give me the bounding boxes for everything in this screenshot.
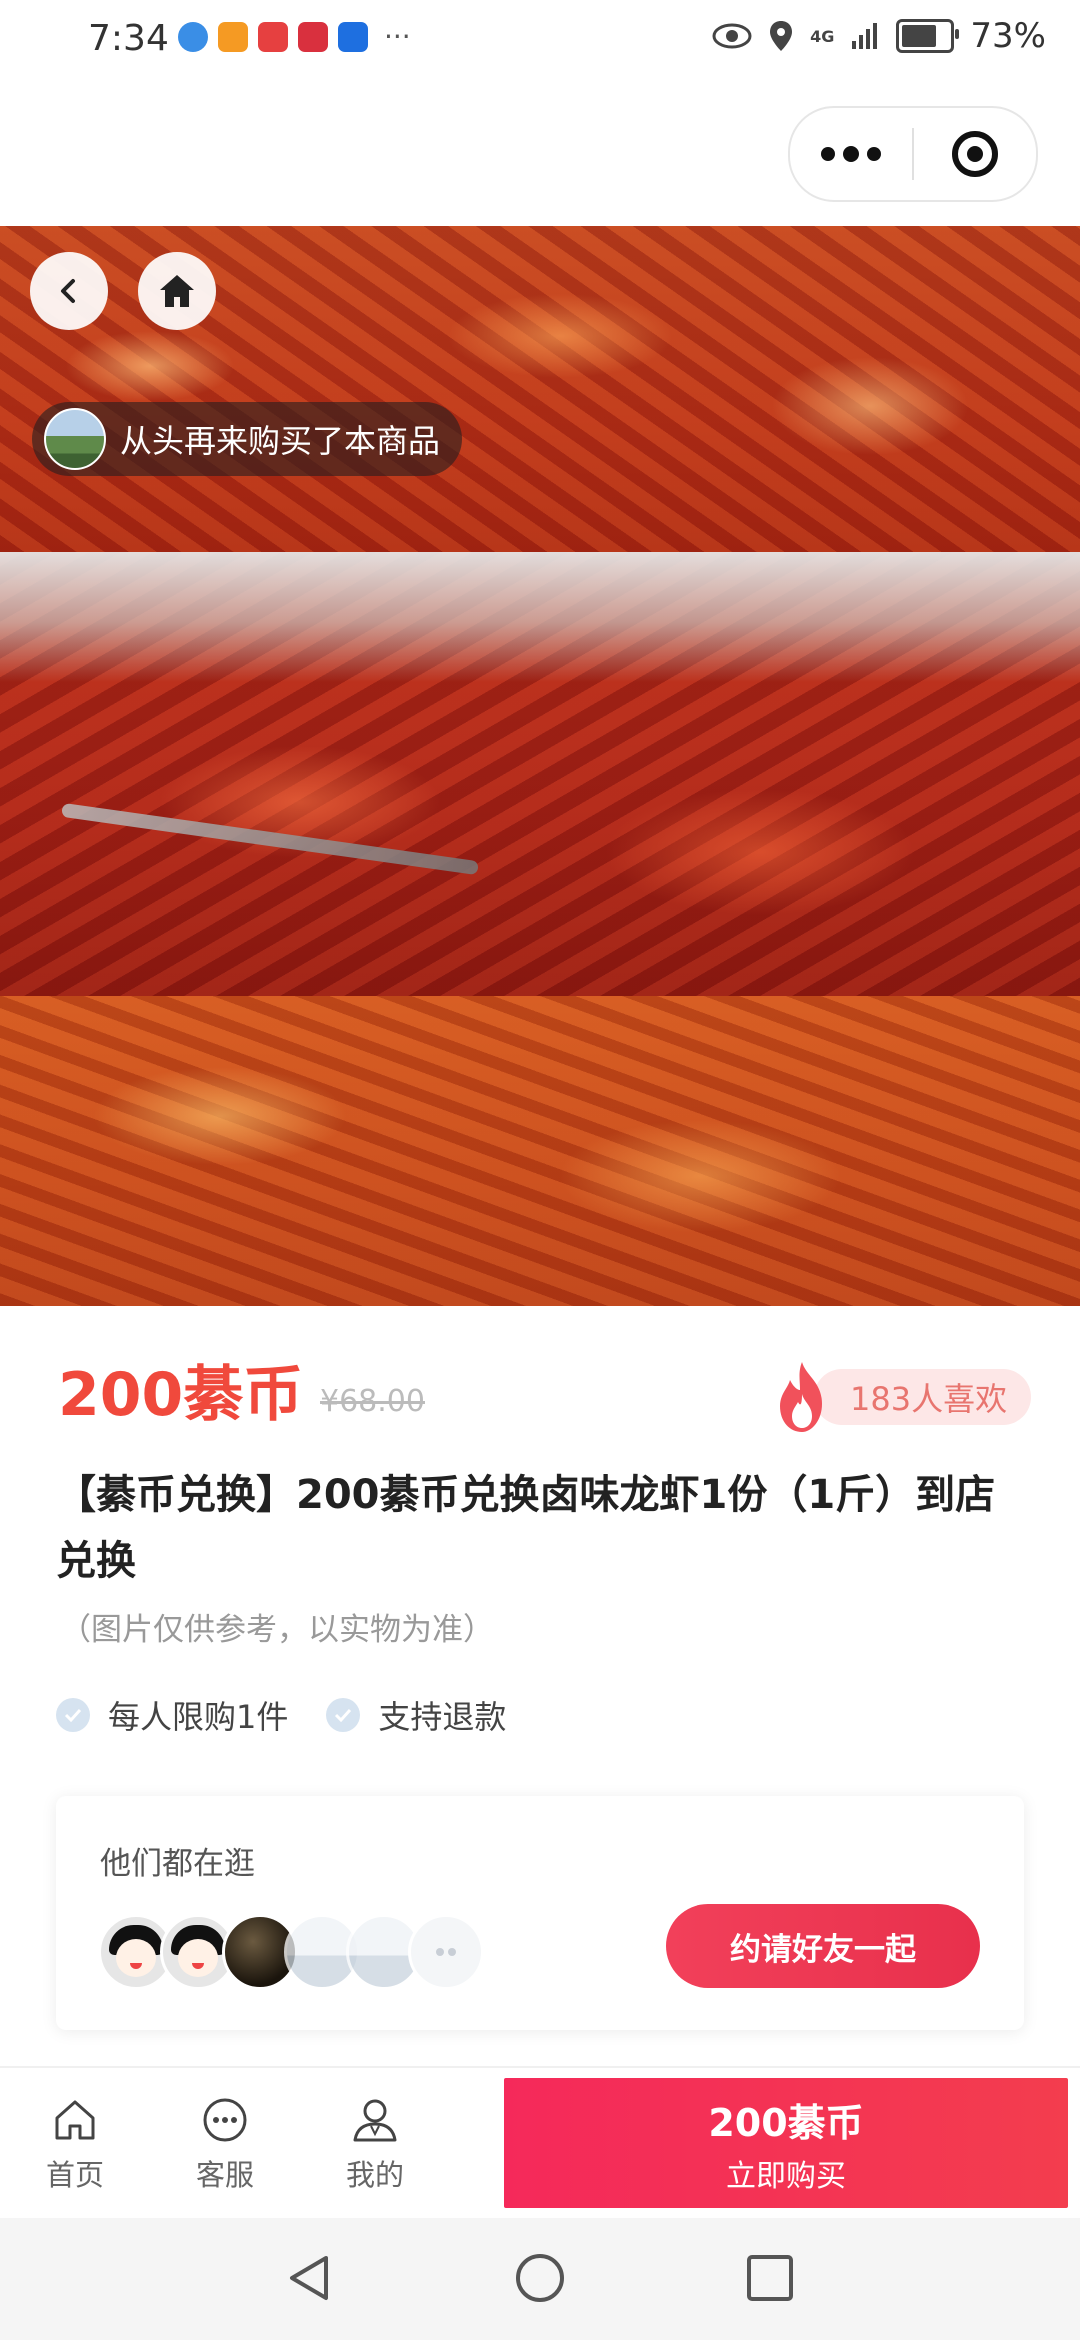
buy-button-price: 200綦币 — [708, 2100, 864, 2145]
check-icon — [56, 1698, 90, 1732]
tab-customer-service[interactable]: 客服 — [170, 2094, 280, 2194]
chat-icon — [203, 2098, 247, 2142]
system-nav-bar — [0, 2218, 1080, 2340]
product-title: 【綦币兑换】200綦币兑换卤味龙虾1份（1斤）到店兑换 — [56, 1472, 996, 1584]
perk-item: 每人限购1件 — [56, 1692, 288, 1738]
notification-icons: ··· — [178, 22, 411, 52]
tab-label: 客服 — [195, 2158, 254, 2192]
product-photo-bottom — [0, 996, 1080, 1306]
buy-button-label: 立即购买 — [726, 2158, 846, 2194]
check-icon — [326, 1698, 361, 1732]
target-icon[interactable] — [914, 108, 1036, 200]
eye-icon — [712, 23, 752, 49]
bulb-icon — [338, 22, 368, 52]
battery-percent: 73% — [970, 16, 1046, 56]
tab-label: 首页 — [45, 2158, 104, 2192]
back-button[interactable] — [30, 252, 108, 330]
miniprogram-capsule — [788, 106, 1038, 202]
back-triangle-icon[interactable] — [282, 2250, 338, 2306]
perk-label: 每人限购1件 — [108, 1698, 289, 1736]
home-icon — [160, 275, 194, 307]
avatar — [44, 408, 106, 470]
original-price: ¥68.00 — [320, 1384, 425, 1419]
more-notifications-icon: ··· — [384, 20, 411, 53]
perks-list: 每人限购1件 支持退款 — [56, 1692, 506, 1738]
flame-icon — [780, 1362, 822, 1432]
buy-now-button[interactable]: 200綦币 立即购买 — [504, 2078, 1068, 2208]
recent-buyer-text: 从头再来购买了本商品 — [120, 422, 441, 460]
more-dots-icon[interactable] — [790, 108, 912, 200]
product-image[interactable] — [0, 226, 1080, 1306]
likes-count: 183人喜欢 — [814, 1369, 1032, 1425]
tab-label: 我的 — [345, 2158, 404, 2192]
store-icon — [258, 22, 288, 52]
image-disclaimer: （图片仅供参考，以实物为准） — [60, 1612, 494, 1648]
browsing-title: 他们都在逛 — [100, 1846, 255, 1882]
status-time: 7:34 — [88, 18, 169, 59]
invite-friends-button[interactable]: 约请好友一起 — [666, 1904, 980, 1988]
recent-buyer-toast: 从头再来购买了本商品 — [32, 402, 463, 476]
video-icon — [218, 22, 248, 52]
likes-badge: 183人喜欢 — [772, 1360, 1032, 1434]
network-type: 4G — [810, 26, 835, 46]
battery-icon — [896, 19, 960, 53]
tab-mine[interactable]: 我的 — [320, 2094, 430, 2194]
home-icon — [55, 2100, 95, 2140]
signal-icon — [852, 23, 878, 49]
user-icon — [353, 2099, 397, 2142]
home-circle-icon[interactable] — [512, 2250, 568, 2306]
more-avatars-icon — [408, 1914, 484, 1990]
browser-icon — [178, 22, 208, 52]
product-photo-middle — [0, 552, 1080, 996]
recents-square-icon[interactable] — [742, 2250, 798, 2306]
perk-item: 支持退款 — [326, 1692, 506, 1738]
book-icon — [298, 22, 328, 52]
product-price: 200綦币 — [58, 1360, 304, 1430]
bottom-action-bar: 首页 客服 我的 200綦币 立即购买 — [0, 2066, 1080, 2220]
location-icon — [770, 21, 793, 51]
browser-avatars — [98, 1914, 484, 1990]
battery-fill — [902, 25, 936, 47]
perk-label: 支持退款 — [378, 1698, 507, 1736]
chevron-left-icon — [61, 279, 75, 303]
home-button[interactable] — [138, 252, 216, 330]
status-bar: 7:34 ··· 4G 73% — [0, 0, 1080, 88]
browsing-card: 他们都在逛 约请好友一起 — [56, 1796, 1024, 2030]
tab-home[interactable]: 首页 — [20, 2094, 130, 2194]
